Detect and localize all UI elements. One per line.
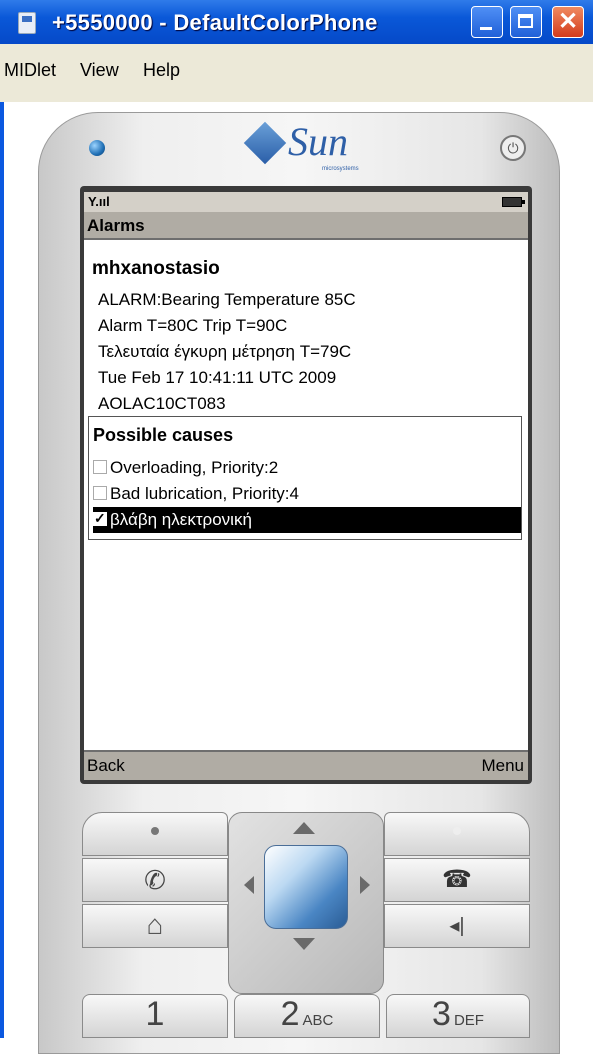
select-button[interactable]	[264, 845, 348, 929]
checkbox-checked[interactable]	[93, 510, 107, 527]
arrow-up-icon[interactable]	[293, 822, 315, 834]
cause-label: βλάβη ηλεκτρονική	[110, 510, 252, 529]
home-icon: ⌂	[146, 909, 164, 940]
status-bar: Y.ııl	[84, 192, 528, 212]
softkey-bar: Back Menu	[84, 750, 528, 780]
cause-label: Bad lubrication, Priority:4	[110, 484, 299, 503]
checkbox[interactable]	[93, 486, 107, 500]
arrow-left-icon[interactable]	[244, 876, 254, 894]
alarm-line: ALARM:Bearing Temperature 85C	[98, 290, 356, 309]
causes-title: Possible causes	[93, 425, 234, 445]
menu-view[interactable]: View	[80, 60, 119, 81]
key-3[interactable]: 3 DEF	[386, 994, 530, 1038]
window-title: +5550000 - DefaultColorPhone	[52, 10, 378, 35]
cause-label: Overloading, Priority:2	[110, 458, 279, 477]
key-2-label: 2	[280, 995, 300, 1033]
brand-subtext: microsystems	[322, 166, 359, 172]
key-1-label: 1	[145, 995, 165, 1033]
menu-help[interactable]: Help	[143, 60, 180, 81]
call-button[interactable]: ✆	[82, 858, 228, 902]
brand-logo-text: Sun	[288, 119, 348, 164]
key-3-letters: DEF	[453, 1012, 484, 1029]
last-measurement-line: Τελευταία έγκυρη μέτρηση T=79C	[98, 342, 352, 361]
menubar: MIDlet View Help	[0, 44, 593, 102]
dot-icon	[151, 827, 159, 835]
possible-causes-group: Possible causes Overloading, Priority:2 …	[88, 416, 522, 540]
threshold-line: Alarm T=80C Trip T=90C	[98, 316, 288, 335]
right-softkey-button[interactable]	[384, 812, 530, 856]
dot-icon	[453, 827, 461, 835]
arrow-right-icon[interactable]	[360, 876, 370, 894]
left-softkey-button[interactable]	[82, 812, 228, 856]
softkey-menu[interactable]: Menu	[481, 756, 524, 776]
device-name: mhxanostasio	[92, 258, 220, 279]
end-call-button[interactable]: ☎	[384, 858, 530, 902]
window-titlebar: +5550000 - DefaultColorPhone ✕	[0, 0, 593, 44]
cause-option[interactable]: Overloading, Priority:2	[93, 455, 521, 481]
key-2-letters: ABC	[302, 1012, 334, 1029]
close-icon: ✕	[557, 8, 579, 35]
cause-option-selected[interactable]: βλάβη ηλεκτρονική	[93, 507, 521, 533]
key-3-label: 3	[432, 995, 451, 1033]
phone-screen: Y.ııl Alarms mhxanostasio ALARM:Bearing …	[84, 192, 528, 780]
back-icon: ◂|	[449, 915, 465, 937]
cause-option[interactable]: Bad lubrication, Priority:4	[93, 481, 521, 507]
window-border	[0, 102, 4, 1038]
signal-icon: Y.ııl	[88, 194, 110, 209]
tag-line: AOLAC10CT083	[98, 394, 226, 413]
led-indicator-icon	[89, 140, 105, 156]
battery-icon	[502, 197, 525, 207]
timestamp-line: Tue Feb 17 10:41:11 UTC 2009	[98, 368, 337, 387]
home-button[interactable]: ⌂	[82, 904, 228, 948]
clear-button[interactable]: ◂|	[384, 904, 530, 948]
screen-title-bar: Alarms	[84, 212, 528, 240]
minimize-button[interactable]	[471, 6, 503, 38]
maximize-button[interactable]	[510, 6, 542, 38]
end-call-icon: ☎	[442, 866, 472, 893]
power-icon: ⏻	[507, 140, 519, 156]
menu-midlet[interactable]: MIDlet	[4, 60, 56, 81]
softkey-back[interactable]: Back	[87, 756, 125, 776]
app-icon	[18, 12, 36, 34]
close-button[interactable]: ✕	[552, 6, 584, 38]
phone-call-icon: ✆	[144, 865, 166, 895]
key-1[interactable]: 1	[82, 994, 228, 1038]
key-2[interactable]: 2 ABC	[234, 994, 380, 1038]
power-button[interactable]: ⏻	[500, 135, 526, 161]
checkbox[interactable]	[93, 460, 107, 474]
screen-title: Alarms	[87, 216, 145, 235]
arrow-down-icon[interactable]	[293, 938, 315, 950]
